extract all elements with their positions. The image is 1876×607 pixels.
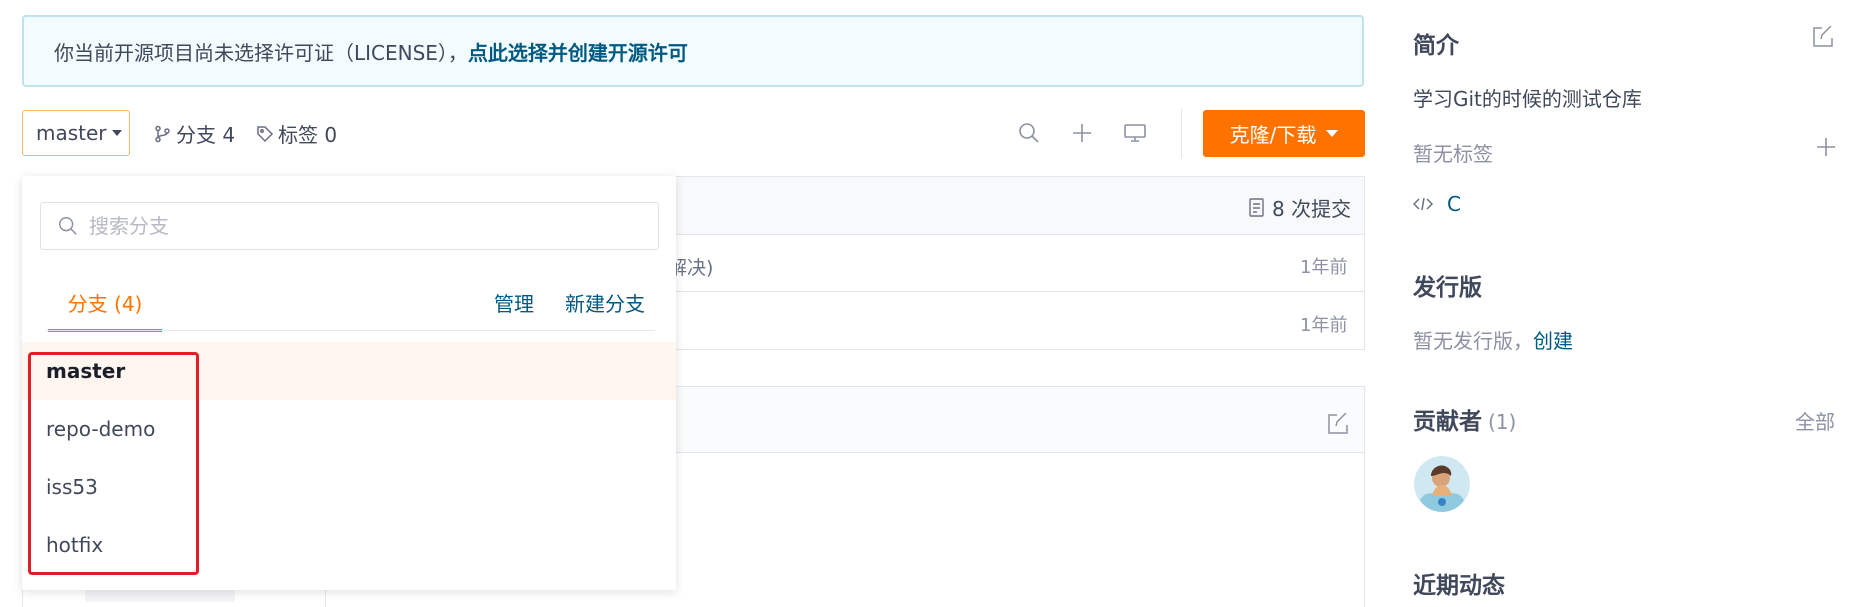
manage-branches-link[interactable]: 管理 — [494, 288, 534, 317]
branch-item-repo-demo[interactable]: repo-demo — [22, 400, 676, 458]
avatar-image — [1414, 456, 1470, 512]
edit-intro-button[interactable] — [1812, 25, 1834, 53]
branch-dropdown: 分支 (4) 管理 新建分支 master repo-demo iss53 ho… — [22, 176, 676, 590]
commits-count: 8 次提交 — [1272, 197, 1352, 221]
search-button[interactable] — [1015, 119, 1043, 147]
caret-down-icon — [1326, 130, 1339, 137]
branch-icon — [155, 125, 170, 142]
tags-link[interactable]: 标签 0 — [256, 119, 337, 148]
clone-download-button[interactable]: 克隆/下载 — [1203, 110, 1365, 157]
activity-heading: 近期动态 — [1413, 573, 1505, 599]
toolbar-divider — [1181, 108, 1182, 158]
branch-item-master[interactable]: master — [22, 342, 676, 400]
tab-branches[interactable]: 分支 (4) — [48, 288, 162, 332]
add-file-button[interactable] — [1068, 119, 1096, 147]
caret-down-icon — [111, 130, 122, 136]
plus-icon — [1817, 138, 1835, 156]
branch-search-input[interactable] — [89, 214, 629, 238]
release-heading: 发行版 — [1413, 275, 1482, 301]
tag-icon — [257, 125, 274, 142]
no-release-text: 暂无发行版， — [1413, 329, 1533, 353]
contributors-title: 贡献者 — [1413, 409, 1482, 435]
contributors-count: (1) — [1488, 410, 1517, 434]
avatar[interactable] — [1414, 456, 1470, 512]
plus-icon — [1073, 124, 1091, 142]
release-info: 暂无发行版，创建 — [1413, 325, 1573, 354]
branch-select[interactable]: master — [22, 110, 130, 156]
search-icon — [1019, 123, 1039, 143]
tags-count: 标签 0 — [278, 123, 338, 147]
readme-placeholder — [85, 590, 235, 602]
commits-link[interactable]: 8 次提交 — [1248, 193, 1351, 222]
language-name: C — [1447, 192, 1461, 216]
branch-item-iss53[interactable]: iss53 — [22, 458, 676, 516]
search-icon — [59, 217, 77, 235]
license-notice: 你当前开源项目尚未选择许可证（LICENSE）， 点此选择并创建开源许可 — [22, 15, 1364, 87]
branch-list: master repo-demo iss53 hotfix — [22, 342, 676, 574]
create-license-link[interactable]: 点此选择并创建开源许可 — [468, 37, 688, 66]
contributors-heading: 贡献者 (1) — [1413, 402, 1516, 436]
license-notice-text: 你当前开源项目尚未选择许可证（LICENSE）， — [54, 40, 468, 65]
new-branch-link[interactable]: 新建分支 — [565, 288, 645, 317]
branches-link[interactable]: 分支 4 — [154, 119, 235, 148]
all-contributors-link[interactable]: 全部 — [1795, 406, 1835, 435]
add-tag-button[interactable] — [1815, 136, 1837, 163]
intro-heading: 简介 — [1413, 33, 1459, 59]
create-release-link[interactable]: 创建 — [1533, 329, 1573, 353]
no-tags-text: 暂无标签 — [1413, 142, 1493, 166]
row-time: 1年前 — [1300, 315, 1348, 336]
clone-download-label: 克隆/下载 — [1229, 123, 1317, 147]
branch-search[interactable] — [40, 202, 659, 250]
edit-icon — [1328, 412, 1348, 434]
branch-select-label: master — [36, 121, 107, 145]
language-link[interactable]: C — [1413, 192, 1461, 216]
code-icon — [1413, 197, 1433, 211]
edit-readme-button[interactable] — [1327, 412, 1349, 440]
row-time: 1年前 — [1300, 257, 1348, 278]
branch-item-hotfix[interactable]: hotfix — [22, 516, 676, 574]
repo-description: 学习Git的时候的测试仓库 — [1413, 87, 1642, 111]
web-ide-button[interactable] — [1121, 119, 1149, 147]
edit-icon — [1813, 25, 1833, 47]
branches-count: 分支 4 — [176, 123, 236, 147]
commit-log-icon — [1249, 197, 1264, 217]
tabs-divider — [46, 330, 655, 331]
monitor-icon — [1124, 124, 1146, 142]
